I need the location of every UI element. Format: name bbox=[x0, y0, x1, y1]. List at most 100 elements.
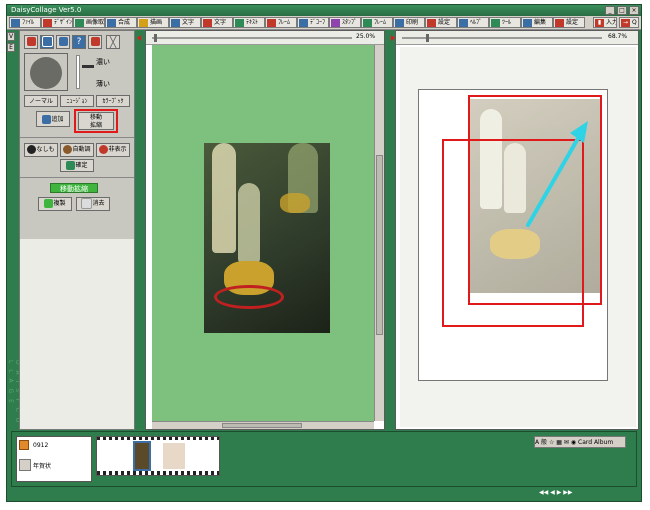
next-page-button[interactable]: ▶ bbox=[557, 489, 562, 496]
layout-workspace bbox=[400, 47, 636, 427]
text-tool-icon[interactable]: A bbox=[535, 439, 539, 446]
card-album-label[interactable]: Card Album bbox=[578, 439, 613, 446]
toolbar-icon bbox=[139, 19, 148, 27]
app-window: DaisyCollage Ver5.0 _ □ × ﾌｧｲﾙ ﾃﾞｻﾞｲﾝ 画像取 合… bbox=[6, 4, 642, 502]
toolbar-button-17[interactable]: 設定 bbox=[553, 17, 585, 28]
delete-button[interactable]: 消去 bbox=[76, 197, 110, 211]
quit-button[interactable]: → Q bbox=[619, 17, 639, 28]
brush-preview-circle bbox=[30, 57, 62, 89]
source-zoom-thumb[interactable] bbox=[154, 34, 157, 42]
album-item-label[interactable]: 年賀状 bbox=[33, 461, 51, 470]
delete-label: 消去 bbox=[92, 200, 105, 207]
title-bar: DaisyCollage Ver5.0 _ □ × bbox=[7, 5, 641, 16]
source-vscrollbar[interactable] bbox=[374, 45, 384, 421]
folder-name: 0912 bbox=[33, 442, 49, 449]
auto-adjust-button[interactable]: 自動調 bbox=[60, 143, 94, 157]
duplicate-button[interactable]: 複製 bbox=[38, 197, 72, 211]
film-perforation bbox=[97, 437, 219, 440]
toolbar-button-6[interactable]: 文字 bbox=[201, 17, 233, 28]
input-button[interactable]: ▮ 入力 bbox=[593, 17, 617, 28]
toolbar-button-0[interactable]: ﾌｧｲﾙ bbox=[9, 17, 41, 28]
none-button[interactable]: なしも bbox=[24, 143, 58, 157]
toolbar-button-9[interactable]: ﾃﾞｺｰﾌ bbox=[297, 17, 329, 28]
move-scale-button[interactable]: 移動 拡縮 bbox=[78, 112, 114, 130]
cancel-tool-button[interactable]: ╳ bbox=[106, 35, 120, 49]
toolbar-button-label: ﾌﾚｰﾑ bbox=[278, 19, 291, 26]
prev-page-button[interactable]: ◀ bbox=[550, 489, 555, 496]
brush-tool-button[interactable] bbox=[88, 35, 102, 49]
grid-tool-icon[interactable]: ▦ bbox=[556, 439, 562, 446]
toolbar-button-label: ﾌｧｲﾙ bbox=[22, 19, 35, 26]
toolbar-icon bbox=[203, 19, 212, 27]
toolbar-button-8[interactable]: ﾌﾚｰﾑ bbox=[265, 17, 297, 28]
tool-panel: ? ╳ 濃い 薄い ノーマル ﾆｭｰｼﾞｮﾝ ｶﾗｰﾌﾞｯｸ 追加 移動 拡縮 … bbox=[19, 30, 135, 430]
toolbar-button-12[interactable]: 印刷 bbox=[393, 17, 425, 28]
toolbar-button-label: ﾂｰﾙ bbox=[502, 19, 512, 26]
pointer-tool-button[interactable] bbox=[24, 35, 38, 49]
rectangle-icon bbox=[41, 36, 53, 47]
color-mode-button[interactable]: ｶﾗｰﾌﾞｯｸ bbox=[96, 95, 130, 107]
strip-tab-v[interactable]: V bbox=[7, 32, 15, 41]
confirm-button[interactable]: 確定 bbox=[60, 159, 94, 172]
toolbar-button-label: ﾌﾚｰﾑ bbox=[374, 19, 387, 26]
source-hscrollbar[interactable] bbox=[152, 421, 374, 429]
source-zoom-track[interactable] bbox=[152, 37, 352, 39]
star-tool-icon[interactable]: ☆ bbox=[549, 439, 554, 446]
eraser-icon bbox=[81, 198, 93, 209]
thumbnail[interactable] bbox=[163, 443, 185, 469]
toolbar-button-4[interactable]: 描画 bbox=[137, 17, 169, 28]
rect-select-button[interactable] bbox=[40, 35, 54, 49]
image-mode-button[interactable]: ﾆｭｰｼﾞｮﾝ bbox=[60, 95, 94, 107]
source-vscroll-thumb[interactable] bbox=[376, 155, 383, 335]
layout-zoom-track[interactable] bbox=[402, 37, 602, 39]
toolbar-button-11[interactable]: ﾌﾚｰﾑ bbox=[361, 17, 393, 28]
toolbar-icon bbox=[11, 19, 20, 27]
disc-tool-icon[interactable]: ◉ bbox=[571, 439, 576, 446]
density-low-label: 薄い bbox=[96, 80, 110, 88]
source-workspace bbox=[152, 45, 374, 421]
toolbar-button-15[interactable]: ﾂｰﾙ bbox=[489, 17, 521, 28]
add-button-label: 追加 bbox=[51, 116, 64, 123]
toolbar-button-14[interactable]: ﾍﾙﾌﾟ bbox=[457, 17, 489, 28]
density-high-label: 濃い bbox=[96, 58, 110, 66]
last-page-button[interactable]: ▶▶ bbox=[563, 489, 572, 496]
close-button[interactable]: × bbox=[629, 6, 639, 15]
toolbar-button-16[interactable]: 編集 bbox=[521, 17, 553, 28]
toolbar-button-13[interactable]: 設定 bbox=[425, 17, 457, 28]
toolbar-button-label: ﾃｷｽﾄ bbox=[246, 19, 259, 26]
folder-icon bbox=[19, 440, 29, 450]
toolbar-button-3[interactable]: 合成 bbox=[105, 17, 137, 28]
source-hscroll-thumb[interactable] bbox=[222, 423, 302, 428]
normal-mode-button[interactable]: ノーマル bbox=[24, 95, 58, 107]
toolbar-button-10[interactable]: ｽﾀﾝﾌﾟ bbox=[329, 17, 361, 28]
first-page-button[interactable]: ◀◀ bbox=[539, 489, 548, 496]
toolbar-button-5[interactable]: 文字 bbox=[169, 17, 201, 28]
add-button[interactable]: 追加 bbox=[36, 111, 70, 127]
brush-icon bbox=[90, 37, 100, 46]
thumbnail-strip bbox=[96, 436, 220, 476]
toolbar-button-label: 描画 bbox=[150, 19, 163, 26]
strip-tab-e[interactable]: E bbox=[7, 43, 15, 52]
hide-button[interactable]: 非表示 bbox=[96, 143, 130, 157]
kadomatsu-photo[interactable] bbox=[204, 143, 330, 333]
divider bbox=[20, 177, 134, 178]
bamboo-stalk bbox=[212, 143, 236, 253]
toolbar-button-7[interactable]: ﾃｷｽﾄ bbox=[233, 17, 265, 28]
thumbnail-selected[interactable] bbox=[133, 441, 151, 471]
move-arrow-line bbox=[526, 133, 582, 227]
link-tool-button[interactable] bbox=[56, 35, 70, 49]
maximize-button[interactable]: □ bbox=[617, 6, 627, 15]
duplicate-label: 複製 bbox=[53, 200, 66, 207]
minimize-button[interactable]: _ bbox=[605, 6, 615, 15]
layout-zoom-thumb[interactable] bbox=[426, 34, 429, 42]
density-slider-thumb[interactable] bbox=[82, 65, 94, 68]
divider bbox=[20, 137, 134, 138]
filmstrip-tools: A 般 ☆ ▦ ✉ ◉ Card Album bbox=[534, 436, 626, 448]
toolbar-icon bbox=[107, 19, 116, 27]
toolbar-button-2[interactable]: 画像取 bbox=[73, 17, 105, 28]
mail-tool-icon[interactable]: ✉ bbox=[564, 439, 569, 446]
toolbar-button-1[interactable]: ﾃﾞｻﾞｲﾝ bbox=[41, 17, 73, 28]
stamp-tool-icon[interactable]: 般 bbox=[541, 439, 547, 446]
help-button[interactable]: ? bbox=[72, 35, 86, 49]
density-slider[interactable] bbox=[76, 55, 80, 89]
